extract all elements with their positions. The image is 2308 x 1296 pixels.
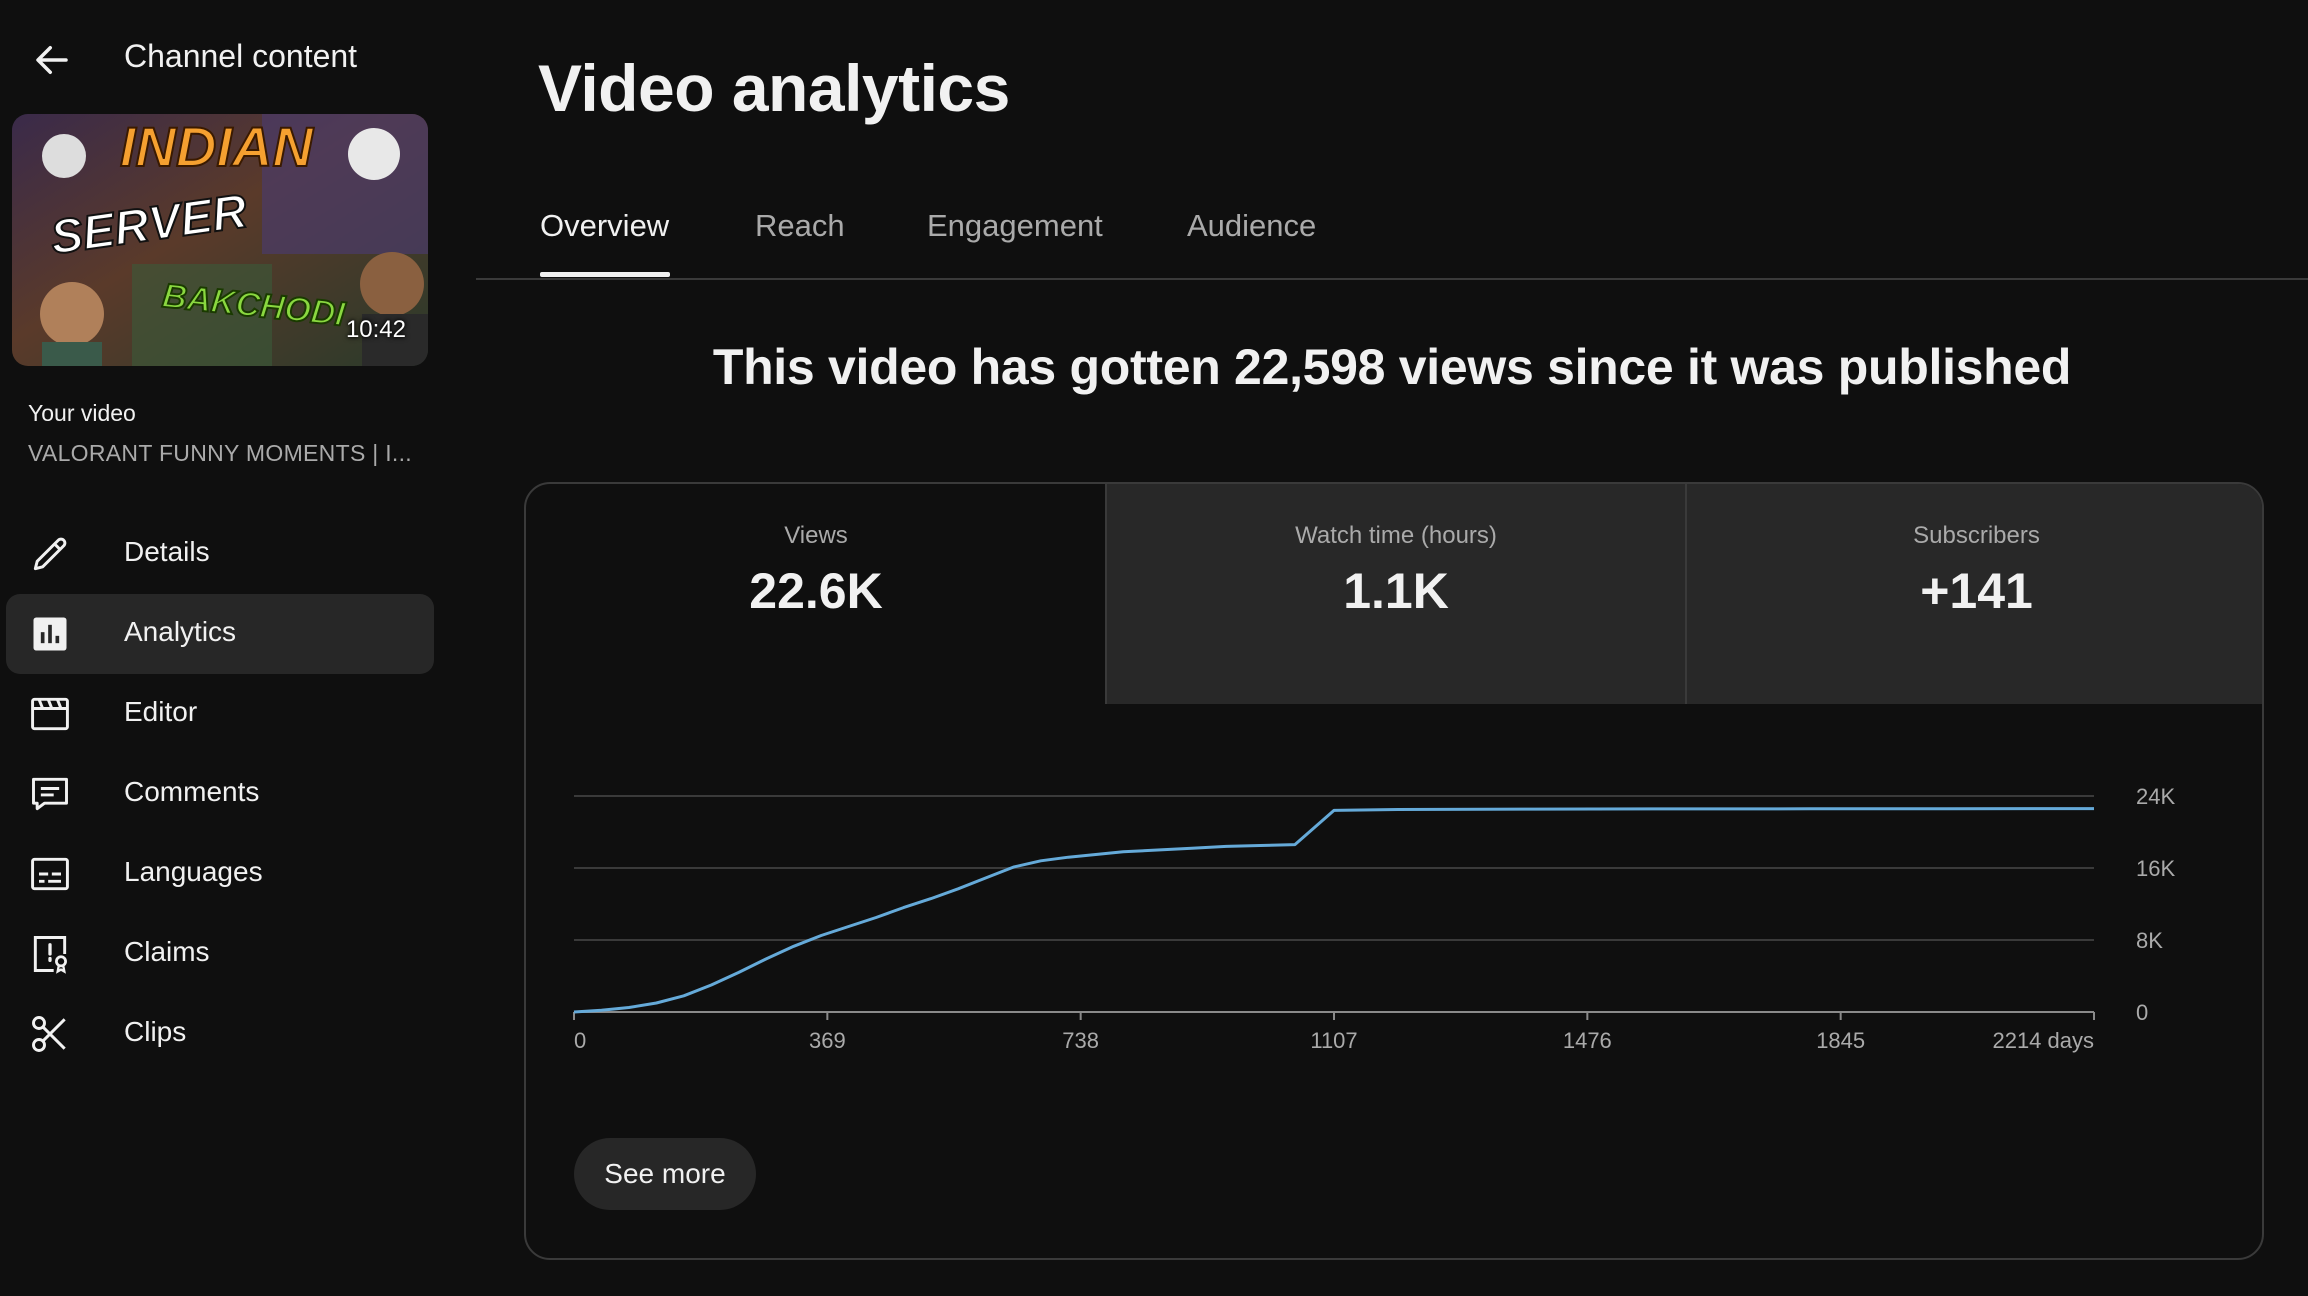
tab-bar: Overview Reach Engagement Audience xyxy=(476,0,2308,280)
views-chart: 24K 16K 8K 0 0 369 738 1107 1476 1845 2214 days xyxy=(526,704,2262,1144)
video-duration: 10:42 xyxy=(345,316,406,343)
metric-value: +141 xyxy=(1920,563,2033,619)
arrow-left-icon xyxy=(36,46,68,74)
sidebar-item-label: Languages xyxy=(124,856,263,887)
series-line-views xyxy=(573,807,2095,1014)
y-tick-label: 16K xyxy=(2136,856,2175,881)
sidebar-item-label: Claims xyxy=(124,936,210,967)
y-tick-label: 0 xyxy=(2136,1000,2148,1025)
metric-label: Subscribers xyxy=(1913,522,2040,549)
comment-icon xyxy=(26,770,74,818)
scissors-icon xyxy=(26,1010,74,1058)
sidebar-item-label: Comments xyxy=(124,776,260,807)
y-tick-label: 24K xyxy=(2136,784,2175,809)
x-tick-label: 0 xyxy=(574,1028,586,1053)
sidebar-nav: Details Analytics Editor Comments Langua… xyxy=(6,514,434,1074)
x-tick-label: 369 xyxy=(809,1028,846,1053)
sidebar: Channel content INDIAN SERVER BAKCHODI 1… xyxy=(0,0,450,1296)
y-tick-label: 8K xyxy=(2136,928,2163,953)
thumbnail-text-line1: INDIAN xyxy=(120,115,314,178)
x-tick-label: 738 xyxy=(1062,1028,1099,1053)
sidebar-item-comments[interactable]: Comments xyxy=(6,754,434,834)
sidebar-item-clips[interactable]: Clips xyxy=(6,994,434,1074)
tab-engagement[interactable]: Engagement xyxy=(927,208,1103,244)
x-tick-label: 1476 xyxy=(1563,1028,1612,1053)
sidebar-item-label: Clips xyxy=(124,1016,187,1047)
tab-reach[interactable]: Reach xyxy=(755,208,845,244)
sidebar-header: Channel content xyxy=(0,24,450,92)
active-tab-indicator xyxy=(540,272,670,277)
sidebar-item-claims[interactable]: Claims xyxy=(6,914,434,994)
sidebar-item-languages[interactable]: Languages xyxy=(6,834,434,914)
sidebar-item-editor[interactable]: Editor xyxy=(6,674,434,754)
pencil-icon xyxy=(26,530,74,578)
video-title: VALORANT FUNNY MOMENTS | I... xyxy=(28,440,412,466)
sidebar-item-label: Details xyxy=(124,536,210,567)
views-headline: This video has gotten 22,598 views since… xyxy=(712,339,2072,395)
line-chart: 24K 16K 8K 0 0 369 738 1107 1476 1845 2214 days xyxy=(573,784,2175,1053)
see-more-button[interactable]: See more xyxy=(574,1138,756,1210)
back-button[interactable] xyxy=(22,30,82,90)
your-video-label: Your video xyxy=(28,400,136,426)
channel-content-title: Channel content xyxy=(124,38,358,74)
analytics-card: Views 22.6K Watch time (hours) 1.1K Subs… xyxy=(524,482,2264,1260)
metric-label: Watch time (hours) xyxy=(1295,522,1497,549)
metric-subscribers[interactable]: Subscribers +141 xyxy=(1685,484,2262,704)
x-tick-label: 2214 days xyxy=(1992,1028,2094,1053)
sidebar-item-label: Editor xyxy=(124,696,198,727)
clapperboard-icon xyxy=(26,690,74,738)
claims-icon xyxy=(26,930,74,978)
video-thumbnail[interactable]: INDIAN SERVER BAKCHODI 10:42 xyxy=(12,114,428,366)
tab-audience[interactable]: Audience xyxy=(1187,208,1316,244)
sidebar-item-details[interactable]: Details xyxy=(6,514,434,594)
x-tick-label: 1845 xyxy=(1816,1028,1865,1053)
x-tick-label: 1107 xyxy=(1310,1028,1357,1053)
analytics-icon xyxy=(26,610,74,658)
sidebar-item-label: Analytics xyxy=(124,616,237,647)
sidebar-item-analytics[interactable]: Analytics xyxy=(6,594,434,674)
tab-overview[interactable]: Overview xyxy=(540,208,669,244)
subtitles-icon xyxy=(26,850,74,898)
metric-label: Views xyxy=(784,522,848,549)
metric-views[interactable]: Views 22.6K xyxy=(526,484,1106,704)
metric-watch-time[interactable]: Watch time (hours) 1.1K xyxy=(1105,484,1685,704)
metric-value: 22.6K xyxy=(749,563,883,619)
metric-value: 1.1K xyxy=(1343,563,1449,619)
